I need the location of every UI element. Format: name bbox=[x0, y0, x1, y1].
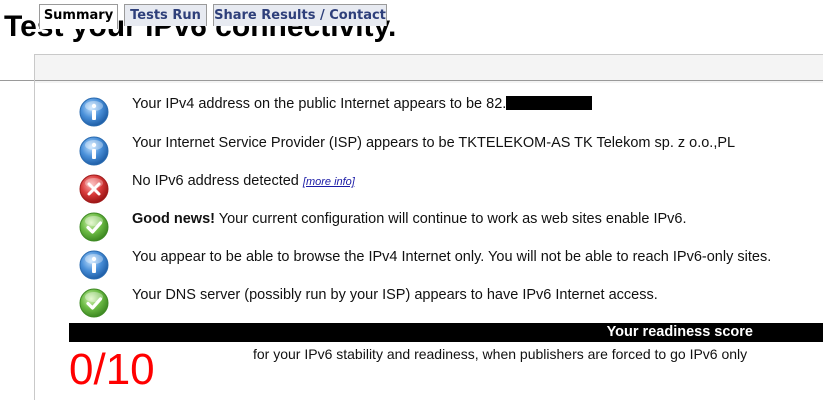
tab-tests-run[interactable]: Tests Run bbox=[124, 4, 207, 26]
info-icon bbox=[79, 97, 109, 127]
check-icon bbox=[79, 212, 109, 242]
tab-summary[interactable]: Summary bbox=[39, 4, 118, 29]
more-info-link[interactable]: [more info] bbox=[303, 176, 355, 188]
redacted-ip bbox=[506, 96, 593, 110]
good-news-message: Good news! Your current configuration wi… bbox=[132, 211, 687, 227]
readiness-score-heading: Your readiness score bbox=[606, 324, 753, 340]
ipv4-address-message: Your IPv4 address on the public Internet… bbox=[132, 96, 593, 112]
readiness-score-caption: for your IPv6 stability and readiness, w… bbox=[253, 346, 748, 362]
info-icon bbox=[79, 136, 109, 166]
info-icon bbox=[79, 250, 109, 280]
check-icon bbox=[79, 288, 109, 318]
readiness-score-bar: Your readiness score bbox=[69, 323, 823, 342]
tab-strip bbox=[34, 54, 823, 83]
error-icon bbox=[79, 174, 109, 204]
tab-share-results-contact[interactable]: Share Results / Contact bbox=[213, 4, 387, 26]
tab-divider bbox=[0, 80, 823, 81]
ipv6-detection-message: No IPv6 address detected [more info] bbox=[132, 173, 355, 189]
dns-message: Your DNS server (possibly run by your IS… bbox=[132, 287, 658, 303]
content-border bbox=[34, 80, 35, 400]
isp-message: Your Internet Service Provider (ISP) app… bbox=[132, 135, 736, 151]
ipv4-only-message: You appear to be able to browse the IPv4… bbox=[132, 249, 772, 265]
readiness-score-value: 0/10 bbox=[69, 345, 155, 394]
